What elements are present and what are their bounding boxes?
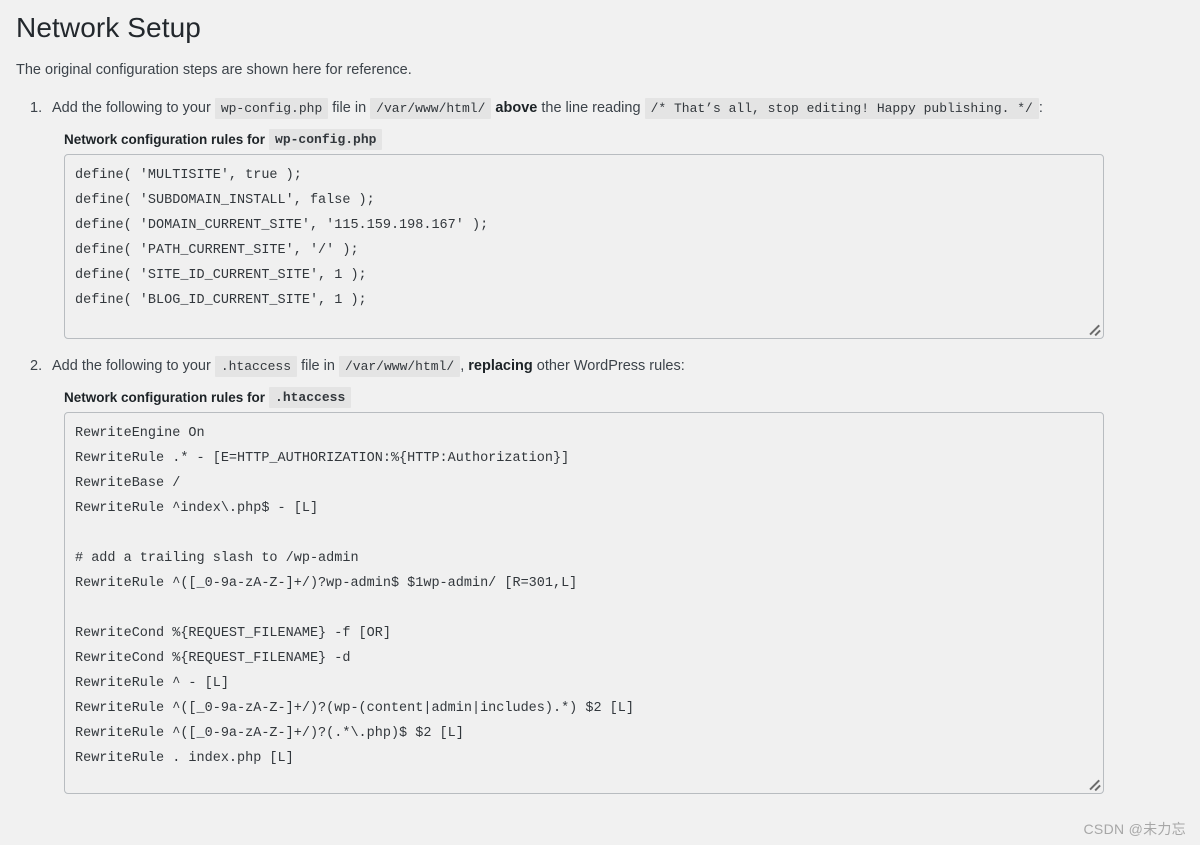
step-2-emphasis: replacing [468, 357, 533, 374]
step-1-mid: file in [332, 100, 367, 117]
page-intro-text: The original configuration steps are sho… [16, 62, 412, 79]
htaccess-resize-handle-icon[interactable] [1086, 776, 1100, 790]
wp-config-rules-textarea[interactable]: define( 'MULTISITE', true ); define( 'SU… [64, 153, 1104, 339]
step-2-mid: file in [301, 357, 335, 374]
wp-config-label-code: wp-config.php [269, 128, 383, 150]
step-1-instruction: Add the following to your wp-config.php … [52, 98, 1184, 120]
step-2-before-emphasis: , [460, 357, 465, 374]
step-1-suffix: : [1038, 100, 1043, 117]
setup-step-2: Add the following to your .htaccess file… [30, 355, 1184, 811]
htaccess-label-prefix: Network configuration rules for [64, 389, 266, 405]
step-2-instruction: Add the following to your .htaccess file… [52, 355, 1184, 378]
step-2-path-code: /var/www/html/ [338, 355, 461, 377]
wp-config-textarea-label: Network configuration rules for wp-config… [64, 128, 1184, 150]
htaccess-label-code: .htaccess [269, 386, 352, 408]
step-1-emphasis: above [495, 100, 538, 117]
page-title: Network Setup [16, 12, 201, 43]
csdn-watermark: CSDN @未力忘 [1083, 821, 1186, 837]
wp-config-label-prefix: Network configuration rules for [64, 131, 266, 147]
setup-steps-list: Add the following to your wp-config.php … [16, 98, 1184, 811]
step-1-file-code: wp-config.php [214, 98, 329, 120]
htaccess-rules-textarea[interactable]: RewriteEngine On RewriteRule .* - [E=HTT… [64, 411, 1104, 794]
step-2-after-emphasis: other WordPress rules: [536, 357, 685, 374]
step-1-after-emphasis: the line reading [541, 100, 641, 117]
step-2-file-code: .htaccess [214, 355, 298, 377]
wp-config-resize-handle-icon[interactable] [1086, 321, 1100, 335]
setup-step-1: Add the following to your wp-config.php … [30, 98, 1184, 356]
step-1-prefix: Add the following to your [52, 100, 211, 117]
htaccess-textarea-label: Network configuration rules for .htaccess [64, 386, 1184, 408]
step-1-path-code: /var/www/html/ [370, 98, 492, 120]
step-1-marker-code: /* That’s all, stop editing! Happy publi… [644, 98, 1039, 120]
network-setup-page: Network Setup The original configuration… [0, 0, 1200, 845]
step-2-prefix: Add the following to your [52, 357, 211, 374]
